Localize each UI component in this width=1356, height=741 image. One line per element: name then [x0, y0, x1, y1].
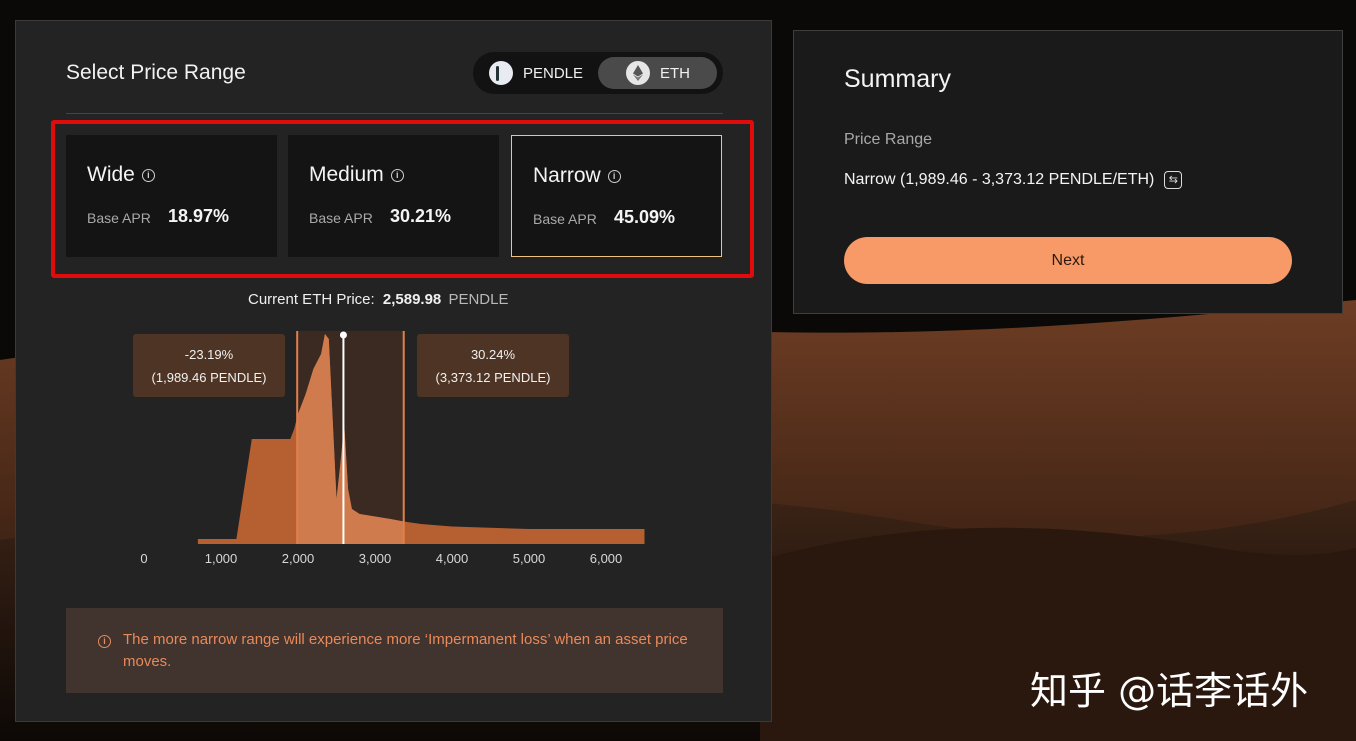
- select-price-range-panel: Select Price Range PENDLE ETH Wide i Bas…: [15, 20, 772, 722]
- current-eth-price: Current ETH Price: 2,589.98 PENDLE: [248, 291, 508, 308]
- price-range-text: Narrow (1,989.46 - 3,373.12 PENDLE/ETH): [844, 171, 1155, 188]
- toggle-pendle[interactable]: PENDLE: [483, 57, 603, 89]
- current-price-label: Current ETH Price:: [248, 291, 375, 308]
- pendle-icon: [489, 61, 513, 85]
- range-high-price: (3,373.12 PENDLE): [435, 370, 551, 385]
- current-price-value: 2,589.98: [382, 291, 442, 308]
- watermark-text: 知乎 @话李话外: [1030, 669, 1309, 713]
- range-high-pct: 30.24%: [470, 347, 516, 362]
- x-tick-label: 2,000: [281, 551, 315, 566]
- next-button[interactable]: Next: [844, 237, 1292, 284]
- price-range-label: Price Range: [844, 131, 933, 148]
- current-price-marker: [339, 331, 347, 339]
- price-range-value: Narrow (1,989.46 - 3,373.12 PENDLE/ETH) …: [844, 171, 1183, 189]
- range-low-pct: -23.19%: [184, 347, 234, 362]
- toggle-eth[interactable]: ETH: [598, 57, 717, 89]
- toggle-eth-label: ETH: [660, 64, 690, 82]
- x-tick-label: 0: [140, 551, 148, 566]
- range-low-price: (1,989.46 PENDLE): [151, 370, 267, 385]
- x-tick-label: 4,000: [435, 551, 469, 566]
- x-tick-label: 5,000: [512, 551, 546, 566]
- summary-panel: Summary Price Range Narrow (1,989.46 - 3…: [793, 30, 1343, 314]
- x-tick-label: 3,000: [358, 551, 392, 566]
- x-tick-label: 1,000: [204, 551, 238, 566]
- x-tick-label: 6,000: [589, 551, 623, 566]
- eth-icon: [626, 61, 650, 85]
- swap-icon[interactable]: ⇆: [1164, 171, 1183, 189]
- impermanent-loss-warning: i The more narrow range will experience …: [66, 608, 723, 693]
- range-high-tag: 30.24% (3,373.12 PENDLE): [417, 334, 569, 397]
- toggle-pendle-label: PENDLE: [523, 64, 584, 82]
- info-icon: i: [98, 635, 111, 648]
- panel-title: Select Price Range: [66, 61, 246, 84]
- warning-text: The more narrow range will experience mo…: [123, 631, 688, 670]
- token-toggle: PENDLE ETH: [473, 52, 723, 94]
- divider: [66, 113, 723, 114]
- summary-title: Summary: [844, 65, 951, 93]
- current-price-unit: PENDLE: [448, 291, 509, 308]
- range-low-tag: -23.19% (1,989.46 PENDLE): [133, 334, 285, 397]
- highlight-annotation-box: [51, 120, 754, 278]
